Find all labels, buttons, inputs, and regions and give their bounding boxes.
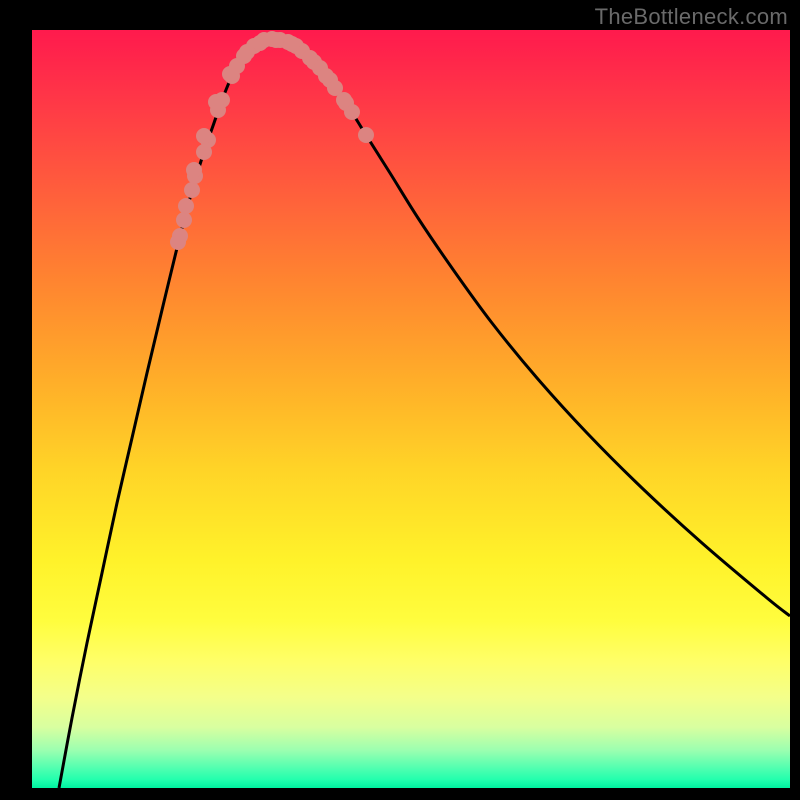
curve-marker bbox=[196, 128, 212, 144]
watermark-text: TheBottleneck.com bbox=[595, 4, 788, 30]
curve-marker bbox=[252, 35, 268, 51]
curve-marker bbox=[336, 92, 352, 108]
curve-marker bbox=[268, 32, 284, 48]
curve-marker bbox=[284, 36, 300, 52]
bottleneck-curve bbox=[59, 39, 790, 788]
curve-marker bbox=[302, 50, 318, 66]
curve-marker bbox=[208, 94, 224, 110]
curve-marker bbox=[358, 127, 374, 143]
curve-overlay bbox=[0, 0, 800, 800]
curve-marker bbox=[186, 162, 202, 178]
chart-frame: TheBottleneck.com bbox=[0, 0, 800, 800]
curve-marker bbox=[236, 48, 252, 64]
curve-marker bbox=[184, 182, 200, 198]
curve-marker bbox=[178, 198, 194, 214]
curve-marker bbox=[170, 234, 186, 250]
curve-marker bbox=[176, 212, 192, 228]
curve-marker bbox=[318, 68, 334, 84]
curve-marker bbox=[222, 66, 238, 82]
